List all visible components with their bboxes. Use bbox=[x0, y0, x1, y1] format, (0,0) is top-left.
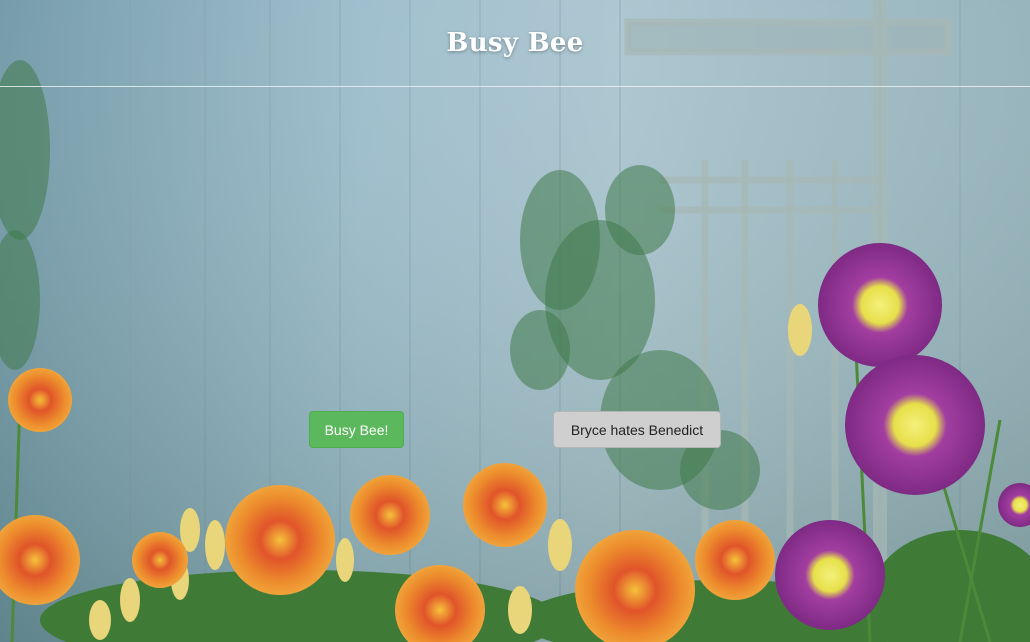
bryce-hates-benedict-button[interactable]: Bryce hates Benedict bbox=[553, 411, 721, 448]
busy-bee-button[interactable]: Busy Bee! bbox=[309, 411, 404, 448]
background-garden-photo bbox=[0, 0, 1030, 642]
site-header: Busy Bee bbox=[0, 0, 1030, 87]
page-title: Busy Bee bbox=[446, 28, 584, 58]
